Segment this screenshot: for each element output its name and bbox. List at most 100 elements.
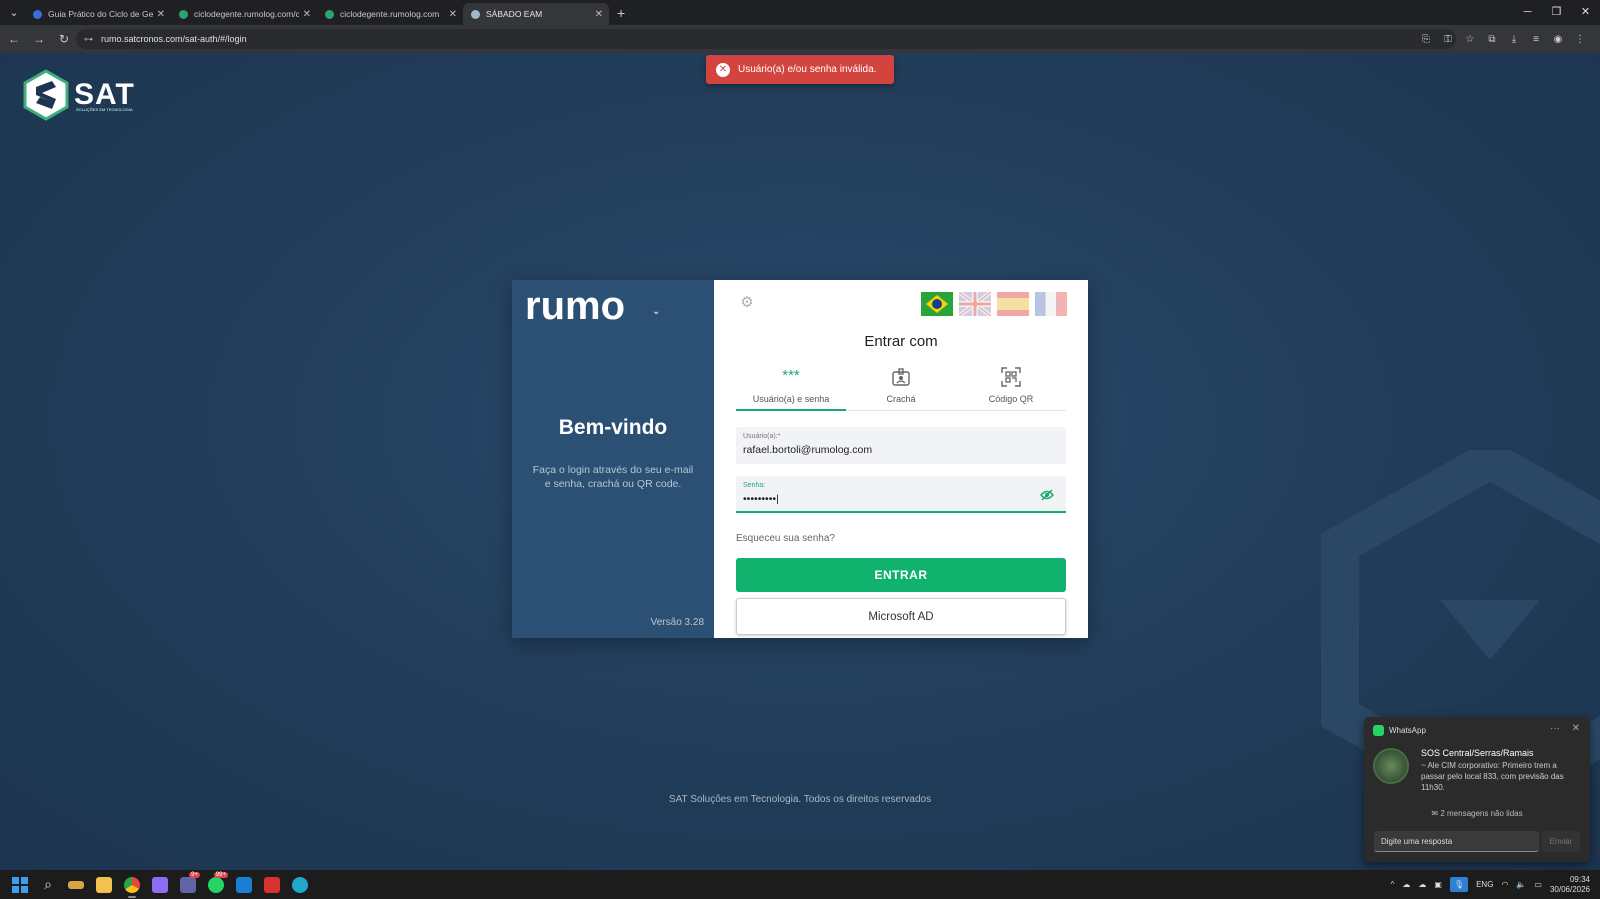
browser-tab-1[interactable]: Guia Prático do Ciclo de Gente ✕	[25, 3, 171, 25]
browser-toolbar: ← → ↻ ⊶ rumo.satcronos.com/sat-auth/#/lo…	[0, 25, 1600, 53]
reply-input[interactable]: Digite uma resposta	[1374, 831, 1539, 852]
translate-icon[interactable]: ⎘	[1420, 34, 1432, 45]
teams-badge: 9+	[189, 872, 200, 878]
flag-spain-icon[interactable]	[997, 292, 1029, 316]
badge-icon	[891, 367, 911, 389]
whatsapp-notification[interactable]: WhatsApp ··· ✕ SOS Central/Serras/Ramais…	[1364, 717, 1590, 862]
menu-kebab-icon[interactable]: ⋮	[1574, 34, 1586, 45]
login-title: Entrar com	[864, 333, 938, 350]
file-explorer-icon[interactable]	[90, 870, 118, 899]
browser-tab-2[interactable]: ciclodegente.rumolog.com/colab ✕	[171, 3, 317, 25]
tab-title: SÁBADO EAM	[486, 9, 543, 19]
pdf-reader-icon[interactable]	[258, 870, 286, 899]
tab-close-icon[interactable]: ✕	[595, 9, 603, 20]
tab-title: ciclodegente.rumolog.com	[340, 9, 440, 19]
tab-close-icon[interactable]: ✕	[449, 9, 457, 20]
tab-label: Usuário(a) e senha	[752, 394, 830, 404]
back-icon[interactable]: ←	[3, 32, 25, 46]
login-card: rumo ⌄ Bem-vindo Faça o login através do…	[512, 280, 1088, 638]
whatsapp-icon	[1373, 725, 1384, 736]
tray-chevron-up-icon[interactable]: ^	[1391, 880, 1395, 889]
teams-tray-icon[interactable]: ▣	[1434, 880, 1442, 889]
app-version: Versão 3.28	[650, 617, 704, 628]
more-options-icon[interactable]: ···	[1550, 723, 1560, 734]
address-url: rumo.satcronos.com/sat-auth/#/login	[101, 34, 247, 44]
password-key-icon[interactable]: ⚿	[1442, 34, 1454, 45]
media-icon[interactable]: ≡	[1530, 34, 1542, 45]
tab-search-icon[interactable]: ⌄	[3, 3, 25, 23]
error-message: Usuário(a) e/ou senha inválida.	[738, 64, 877, 75]
profile-icon[interactable]: ◉	[1552, 34, 1564, 45]
username-label: Usuário(a):*	[743, 433, 781, 440]
password-dots-icon: ***	[782, 367, 800, 384]
restore-icon[interactable]: ❐	[1542, 0, 1571, 25]
flag-brazil-icon[interactable]	[921, 292, 953, 316]
flag-uk-icon[interactable]	[959, 292, 991, 316]
welcome-title: Bem-vindo	[558, 416, 668, 439]
tab-favicon-icon	[325, 9, 334, 19]
password-label: Senha:	[743, 482, 766, 489]
microphone-icon[interactable]: 🎙	[1449, 877, 1469, 892]
send-button[interactable]: Enviar	[1542, 831, 1580, 852]
onedrive-icon[interactable]: ☁	[1402, 880, 1410, 889]
widgets-icon[interactable]	[62, 870, 90, 899]
new-tab-icon[interactable]: +	[617, 5, 625, 21]
whatsapp-taskbar-icon[interactable]: 99+	[202, 870, 230, 899]
browser-tab-3[interactable]: ciclodegente.rumolog.com ✕	[317, 3, 463, 25]
clock-time: 09:34	[1569, 874, 1590, 884]
welcome-panel: rumo ⌄ Bem-vindo Faça o login através do…	[512, 280, 714, 638]
battery-icon[interactable]: ▭	[1534, 880, 1542, 889]
group-name: SOS Central/Serras/Ramais	[1421, 748, 1534, 758]
unread-text: 2 mensagens não lidas	[1440, 809, 1523, 818]
tab-label: Código QR	[988, 394, 1034, 404]
language-indicator[interactable]: ENG	[1476, 880, 1493, 889]
browser-tab-4[interactable]: SÁBADO EAM ✕	[463, 3, 609, 25]
extensions-icon[interactable]: ⧉	[1486, 34, 1498, 45]
forgot-password-link[interactable]: Esqueceu sua senha?	[736, 533, 835, 544]
welcome-subtitle: Faça o login através do seu e-mail e sen…	[532, 464, 694, 490]
site-info-icon[interactable]: ⊶	[84, 34, 93, 45]
copilot-icon[interactable]	[146, 870, 174, 899]
outlook-icon[interactable]	[230, 870, 258, 899]
toolbar-icons: ⎘ ⚿ ☆ ⧉ ⤓ ≡ ◉ ⋮	[1420, 25, 1586, 53]
toggle-visibility-eye-off-icon[interactable]	[1040, 489, 1054, 504]
search-icon[interactable]: ⌕	[34, 870, 62, 899]
rumo-chevron-icon: ⌄	[652, 306, 661, 317]
flag-france-icon[interactable]	[1035, 292, 1067, 316]
wifi-icon[interactable]: ◠	[1501, 880, 1508, 889]
chrome-icon[interactable]	[118, 870, 146, 899]
volume-icon[interactable]: 🔈	[1516, 880, 1526, 889]
address-bar[interactable]: ⊶ rumo.satcronos.com/sat-auth/#/login	[76, 29, 1456, 49]
username-field[interactable]: Usuário(a):* rafael.bortoli@rumolog.com	[736, 427, 1066, 464]
minimize-icon[interactable]: ─	[1513, 0, 1542, 25]
tab-close-icon[interactable]: ✕	[303, 9, 311, 20]
group-avatar	[1373, 748, 1409, 784]
edge-icon[interactable]	[286, 870, 314, 899]
microsoft-ad-button[interactable]: Microsoft AD	[736, 598, 1066, 635]
reload-icon[interactable]: ↻	[53, 32, 75, 46]
download-icon[interactable]: ⤓	[1508, 34, 1520, 45]
system-tray: ^ ☁ ☁ ▣ 🎙 ENG ◠ 🔈 ▭ 09:34 30/06/2026	[1391, 870, 1600, 899]
message-text: ~ Ale CIM corporativo: Primeiro trem a p…	[1421, 761, 1564, 792]
submit-login-button[interactable]: ENTRAR	[736, 558, 1066, 592]
tab-title: ciclodegente.rumolog.com/colab	[194, 9, 299, 19]
clock[interactable]: 09:34 30/06/2026	[1550, 875, 1590, 895]
tab-close-icon[interactable]: ✕	[157, 9, 165, 20]
close-window-icon[interactable]: ✕	[1571, 0, 1600, 25]
tab-badge[interactable]: Crachá	[846, 363, 956, 410]
whatsapp-badge: 99+	[213, 872, 228, 878]
onedrive-business-icon[interactable]: ☁	[1418, 880, 1426, 889]
tab-favicon-icon	[471, 9, 480, 19]
forward-icon[interactable]: →	[28, 32, 50, 46]
tab-username-password[interactable]: *** Usuário(a) e senha	[736, 363, 846, 411]
tab-favicon-icon	[33, 9, 42, 19]
settings-gear-icon[interactable]: ⚙	[738, 294, 756, 312]
windows-start-icon[interactable]	[6, 870, 34, 899]
browser-tabstrip: ⌄ Guia Prático do Ciclo de Gente ✕ ciclo…	[0, 0, 1600, 25]
close-notification-icon[interactable]: ✕	[1572, 723, 1580, 734]
password-field[interactable]: Senha: •••••••••|	[736, 476, 1066, 513]
tab-qr-code[interactable]: Código QR	[956, 363, 1066, 410]
teams-icon[interactable]: 9+	[174, 870, 202, 899]
bookmark-star-icon[interactable]: ☆	[1464, 34, 1476, 45]
notification-app-name: WhatsApp	[1389, 726, 1426, 735]
